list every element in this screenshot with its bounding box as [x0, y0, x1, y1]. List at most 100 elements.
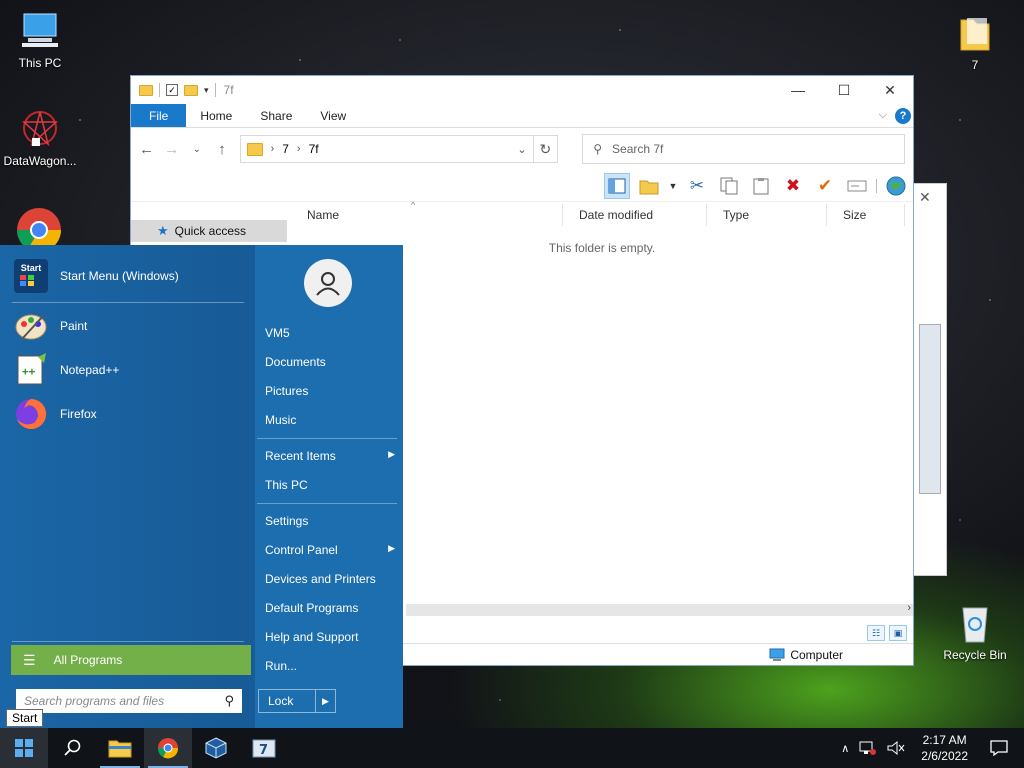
- search-icon[interactable]: ⚲: [224, 693, 234, 709]
- new-folder-icon[interactable]: [184, 84, 198, 96]
- start-link-this-pc[interactable]: This PC: [265, 478, 395, 492]
- column-type[interactable]: Type: [707, 204, 827, 226]
- start-link-user[interactable]: VM5: [265, 326, 395, 340]
- forward-arrow-icon[interactable]: →: [164, 141, 179, 158]
- column-size[interactable]: Size: [827, 204, 905, 226]
- recent-locations-icon[interactable]: ⌄: [189, 144, 204, 155]
- large-icons-view-icon[interactable]: ▣: [889, 625, 907, 641]
- expand-ribbon-icon[interactable]: ⌵: [879, 109, 887, 122]
- nav-item-quick-access[interactable]: ★ Quick access: [131, 220, 287, 242]
- lock-button[interactable]: Lock ▶: [258, 689, 336, 713]
- taskbar: 7 ∧ 2:17 AM 2/6/2022: [0, 728, 1024, 768]
- start-link-default-programs[interactable]: Default Programs: [265, 601, 395, 615]
- chevron-right-icon[interactable]: ›: [271, 143, 275, 155]
- start-item-start-menu[interactable]: Start Start Menu (Windows): [14, 259, 179, 293]
- chevron-down-icon[interactable]: ▼: [668, 173, 678, 199]
- column-date-modified[interactable]: Date modified: [563, 204, 707, 226]
- up-arrow-icon[interactable]: ↑: [214, 141, 229, 158]
- start-link-help-support[interactable]: Help and Support: [265, 630, 395, 644]
- cube-icon: [205, 737, 227, 759]
- breadcrumb-item[interactable]: 7f: [309, 142, 319, 156]
- checkmark-icon[interactable]: ✔: [812, 173, 838, 199]
- properties-icon[interactable]: ✓: [166, 84, 178, 96]
- chevron-right-icon[interactable]: ▶: [315, 690, 335, 712]
- start-link-control-panel[interactable]: Control Panel ▶: [265, 543, 395, 557]
- recycle-bin-icon: [953, 600, 997, 644]
- search-icon: ⚲: [593, 142, 603, 156]
- help-icon[interactable]: ?: [895, 107, 911, 124]
- refresh-button[interactable]: ↻: [533, 135, 559, 163]
- globe-icon[interactable]: [883, 173, 909, 199]
- close-icon[interactable]: ✕: [919, 189, 931, 206]
- start-link-run[interactable]: Run...: [265, 659, 395, 673]
- start-item-paint[interactable]: Paint: [14, 309, 87, 343]
- taskbar-virtualbox[interactable]: [192, 728, 240, 768]
- chevron-right-icon[interactable]: ›: [907, 602, 911, 614]
- chevron-up-icon[interactable]: ∧: [841, 742, 849, 755]
- copy-icon[interactable]: [716, 173, 742, 199]
- details-view-icon[interactable]: ☷: [867, 625, 885, 641]
- tab-home[interactable]: Home: [186, 104, 246, 127]
- paste-icon[interactable]: [748, 173, 774, 199]
- desktop-icon-chrome[interactable]: [16, 207, 62, 245]
- clock-date: 2/6/2022: [921, 749, 968, 763]
- start-link-pictures[interactable]: Pictures: [265, 384, 395, 398]
- tab-share[interactable]: Share: [246, 104, 306, 127]
- customize-quick-access-icon[interactable]: ▾: [204, 85, 209, 96]
- windows-logo-icon: [15, 739, 33, 757]
- start-link-devices-printers[interactable]: Devices and Printers: [265, 572, 395, 586]
- chevron-right-icon[interactable]: ›: [297, 143, 301, 155]
- start-link-recent-items[interactable]: Recent Items ▶: [265, 449, 395, 463]
- all-programs-button[interactable]: ☰ All Programs: [11, 645, 251, 675]
- start-link-settings[interactable]: Settings: [265, 514, 395, 528]
- close-button[interactable]: ✕: [867, 76, 913, 104]
- tab-file[interactable]: File: [131, 104, 187, 127]
- volume-muted-icon[interactable]: [887, 740, 905, 756]
- desktop-icon-folder-7[interactable]: 7: [935, 10, 1015, 72]
- chevron-down-icon[interactable]: ⌄: [517, 143, 526, 156]
- background-window[interactable]: ✕: [910, 183, 947, 576]
- list-icon: ☰: [23, 651, 36, 668]
- minimize-button[interactable]: —: [775, 76, 821, 104]
- new-folder-icon[interactable]: [636, 173, 662, 199]
- start-button[interactable]: [0, 728, 48, 768]
- start-search-input[interactable]: Search programs and files ⚲: [16, 689, 242, 713]
- back-arrow-icon[interactable]: ←: [139, 141, 154, 158]
- start-link-music[interactable]: Music: [265, 413, 395, 427]
- start-menu-icon: Start: [14, 259, 48, 293]
- clock[interactable]: 2:17 AM 2/6/2022: [915, 732, 974, 764]
- ribbon-tabs: File Home Share View ⌵ ?: [131, 104, 913, 128]
- star-icon: ★: [157, 223, 169, 238]
- rename-icon[interactable]: [844, 173, 870, 199]
- preview-pane-icon[interactable]: [604, 172, 630, 199]
- start-link-documents[interactable]: Documents: [265, 355, 395, 369]
- tab-view[interactable]: View: [306, 104, 360, 127]
- start-menu[interactable]: Start Start Menu (Windows) Paint ++ Note…: [0, 245, 403, 728]
- taskbar-7zip[interactable]: 7: [240, 728, 288, 768]
- desktop-icon-this-pc[interactable]: This PC: [0, 8, 80, 70]
- search-input[interactable]: ⚲ Search 7f: [582, 134, 906, 164]
- view-toggle: ☷ ▣: [867, 625, 907, 641]
- horizontal-scrollbar[interactable]: ›: [406, 602, 913, 616]
- start-item-firefox[interactable]: Firefox: [14, 397, 97, 431]
- firefox-icon: [14, 397, 48, 431]
- breadcrumb-item[interactable]: 7: [282, 142, 289, 156]
- network-icon[interactable]: [859, 740, 877, 756]
- folder-icon: [139, 84, 153, 96]
- taskbar-search-button[interactable]: [48, 728, 96, 768]
- cut-icon[interactable]: ✂: [684, 173, 710, 199]
- desktop-icon-datawagon[interactable]: DataWagon...: [0, 106, 80, 168]
- start-item-notepadpp[interactable]: ++ Notepad++: [14, 353, 119, 387]
- desktop-icon-recycle-bin[interactable]: Recycle Bin: [935, 600, 1015, 662]
- notification-center-button[interactable]: [984, 740, 1014, 756]
- taskbar-file-explorer[interactable]: [96, 728, 144, 768]
- maximize-button[interactable]: ☐: [821, 76, 867, 104]
- taskbar-chrome[interactable]: [144, 728, 192, 768]
- delete-icon[interactable]: ✖: [780, 173, 806, 199]
- column-name[interactable]: Name ^: [291, 200, 563, 226]
- toolbar: ▼ ✂ ✖ ✔: [131, 170, 913, 202]
- search-icon: [64, 739, 81, 756]
- title-bar[interactable]: ✓ ▾ 7f — ☐ ✕: [131, 76, 913, 104]
- address-bar[interactable]: › 7 › 7f ⌄: [239, 135, 534, 163]
- avatar[interactable]: [304, 259, 352, 307]
